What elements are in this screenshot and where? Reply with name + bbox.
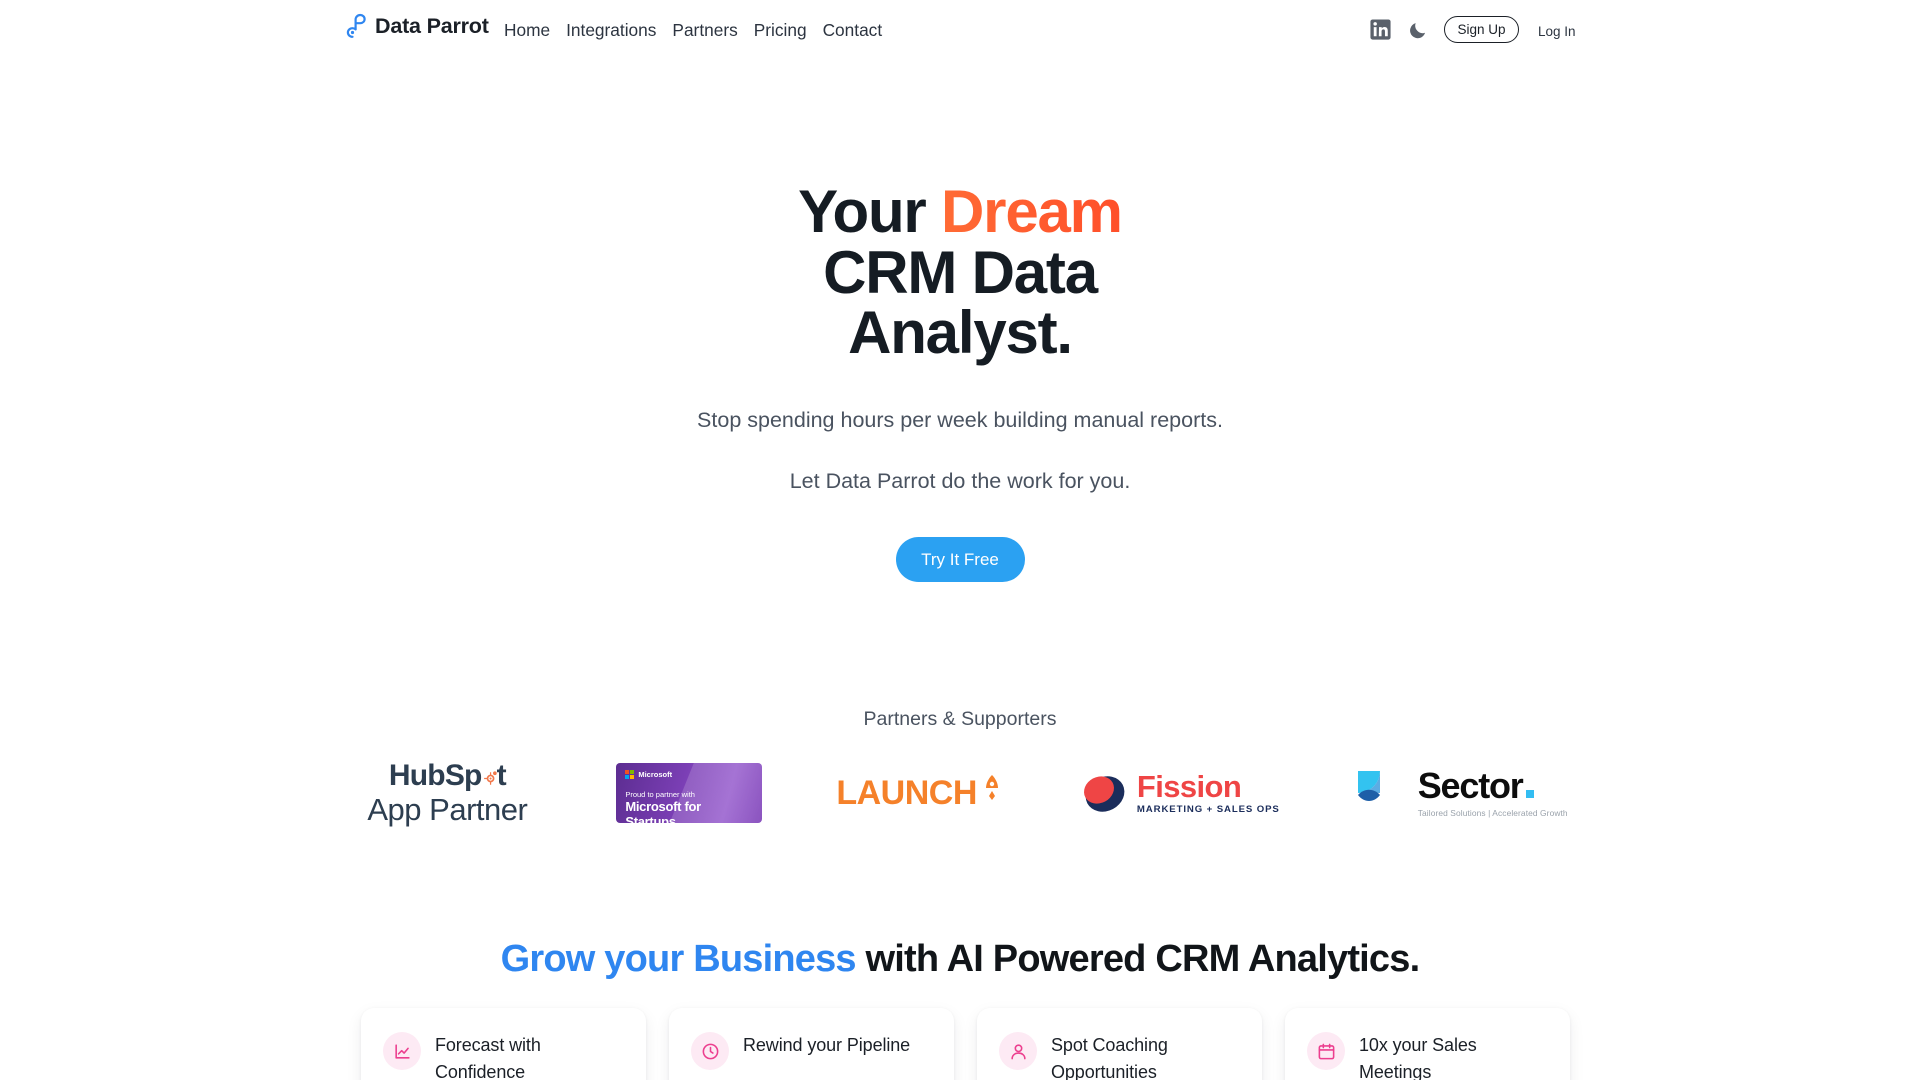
feature-card-forecast[interactable]: Forecast with Confidence bbox=[361, 1008, 646, 1080]
nav-item-home[interactable]: Home bbox=[504, 20, 550, 41]
sector-wordmark: Sector bbox=[1418, 768, 1568, 804]
site-header: Data Parrot Home Integrations Partners P… bbox=[0, 0, 1920, 63]
hero-subtitle-1: Stop spending hours per week building ma… bbox=[697, 408, 1223, 432]
linkedin-icon[interactable] bbox=[1370, 19, 1391, 40]
partner-logo-microsoft: Microsoft Proud to partner with Microsof… bbox=[616, 763, 763, 824]
primary-nav: Home Integrations Partners Pricing Conta… bbox=[504, 20, 882, 41]
partner-logo-launch: LAUNCH bbox=[836, 773, 1004, 813]
clock-icon bbox=[691, 1032, 729, 1070]
hero-title-line3: Analyst. bbox=[848, 299, 1073, 366]
grow-title-rest: with AI Powered CRM Analytics. bbox=[855, 938, 1421, 980]
chart-line-icon bbox=[383, 1032, 421, 1070]
hubspot-sprocket-icon bbox=[483, 771, 497, 785]
signup-button[interactable]: Sign Up bbox=[1444, 16, 1519, 43]
page-title: Your Dream CRM Data Analyst. bbox=[0, 181, 1920, 366]
login-link[interactable]: Log In bbox=[1538, 24, 1576, 39]
hero-title-line1: Your Dream bbox=[798, 178, 1123, 245]
nav-item-pricing[interactable]: Pricing bbox=[754, 20, 807, 41]
nav-item-partners[interactable]: Partners bbox=[672, 20, 737, 41]
hero-title-line2: CRM Data bbox=[823, 238, 1098, 306]
hero-title-prefix: Your bbox=[798, 178, 942, 245]
calendar-icon bbox=[1307, 1032, 1345, 1070]
microsoft-brand-text: Microsoft bbox=[638, 770, 673, 780]
fission-tagline: MARKETING + SALES OPS bbox=[1136, 804, 1280, 816]
brand-logo[interactable]: Data Parrot bbox=[344, 12, 489, 40]
partner-logo-sector: Sector Tailored Solutions | Accelerated … bbox=[1354, 765, 1568, 821]
microsoft-brand-row: Microsoft bbox=[625, 770, 753, 780]
feature-card-rewind[interactable]: Rewind your Pipeline bbox=[669, 1008, 954, 1080]
hero-cta-container: Try It Free bbox=[0, 537, 1920, 582]
nav-item-integrations[interactable]: Integrations bbox=[566, 20, 656, 41]
fission-mark-icon bbox=[1083, 776, 1125, 812]
launch-wordmark: LAUNCH bbox=[836, 774, 977, 813]
feature-card-coaching[interactable]: Spot Coaching Opportunities bbox=[977, 1008, 1262, 1080]
feature-cards: Forecast with Confidence Rewind your Pip… bbox=[361, 1008, 1570, 1080]
sector-accent-dot bbox=[1525, 790, 1534, 799]
partner-logo-fission: Fission MARKETING + SALES OPS bbox=[1078, 768, 1280, 818]
feature-card-meetings[interactable]: 10x your Sales Meetings bbox=[1285, 1008, 1570, 1080]
grow-section-title: Grow your Business with AI Powered CRM A… bbox=[0, 938, 1920, 981]
hubspot-app-partner-text: App Partner bbox=[367, 791, 528, 827]
partner-logos: HubSp t App Partner Microsoft Proud to pa… bbox=[0, 760, 1920, 826]
nav-item-contact[interactable]: Contact bbox=[823, 20, 883, 41]
try-it-free-button[interactable]: Try It Free bbox=[895, 537, 1025, 582]
feature-card-label: Rewind your Pipeline bbox=[743, 1035, 911, 1055]
feature-card-label: Spot Coaching Opportunities bbox=[1051, 1035, 1168, 1080]
partners-heading: Partners & Supporters bbox=[863, 708, 1057, 730]
user-icon bbox=[999, 1032, 1037, 1070]
hero-subtitle-2: Let Data Parrot do the work for you. bbox=[789, 469, 1131, 493]
feature-card-label: 10x your Sales Meetings bbox=[1359, 1035, 1477, 1080]
sector-tagline: Tailored Solutions | Accelerated Growth bbox=[1417, 808, 1568, 819]
hero-title-accent: Dream bbox=[941, 178, 1123, 245]
microsoft-badge-line2: Microsoft for Startups bbox=[625, 799, 701, 824]
partner-logo-hubspot: HubSp t App Partner bbox=[352, 760, 542, 826]
microsoft-badge-line1: Proud to partner with bbox=[625, 790, 695, 800]
feature-card-label: Forecast with Confidence bbox=[435, 1035, 541, 1080]
microsoft-logo-icon bbox=[625, 770, 635, 780]
sector-mark-icon bbox=[1357, 771, 1380, 802]
hubspot-wordmark: HubSp t bbox=[388, 759, 507, 792]
data-parrot-logo-icon bbox=[346, 13, 366, 38]
moon-icon[interactable] bbox=[1408, 20, 1428, 40]
brand-name: Data Parrot bbox=[375, 13, 489, 38]
grow-title-accent: Grow your Business bbox=[500, 938, 857, 980]
fission-wordmark: Fission bbox=[1136, 769, 1242, 805]
rocket-icon bbox=[985, 775, 998, 801]
